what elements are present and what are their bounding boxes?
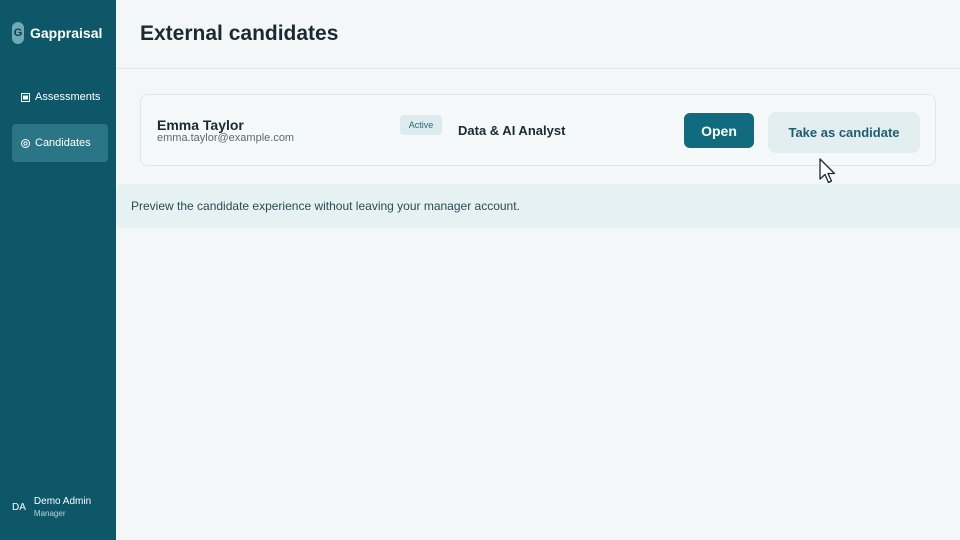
open-button[interactable]: Open	[684, 113, 754, 148]
info-banner: Preview the candidate experience without…	[116, 184, 960, 228]
candidate-card: Emma Taylor emma.taylor@example.com Acti…	[140, 94, 936, 166]
sidebar-item-label: Assessments	[35, 91, 101, 103]
brand-logo: G	[12, 22, 24, 44]
mouse-cursor-icon	[819, 158, 836, 184]
info-text: Preview the candidate experience without…	[131, 199, 520, 213]
sidebar: G Gappraisal Assessments Candidates DA D…	[0, 0, 116, 540]
sidebar-item-candidates[interactable]: Candidates	[12, 124, 108, 162]
user-role: Manager	[33, 509, 66, 518]
candidate-name: Emma Taylor	[157, 117, 244, 133]
candidate-email: emma.taylor@example.com	[157, 132, 295, 144]
take-as-candidate-button[interactable]: Take as candidate	[768, 112, 920, 153]
clipboard-icon	[21, 92, 30, 102]
brand-name: Gappraisal	[30, 25, 103, 41]
avatar: DA	[12, 501, 26, 513]
user-circle-icon	[21, 138, 30, 148]
user-name: Demo Admin	[33, 496, 92, 507]
brand[interactable]: G Gappraisal	[12, 22, 102, 44]
user-profile[interactable]: DA Demo Admin Manager	[12, 495, 91, 519]
header: External candidates	[116, 0, 960, 69]
candidate-role: Data & AI Analyst	[458, 123, 566, 138]
status-badge: Active	[400, 115, 442, 135]
sidebar-item-assessments[interactable]: Assessments	[12, 78, 108, 116]
sidebar-item-label: Candidates	[35, 137, 91, 149]
page-title: External candidates	[140, 22, 339, 45]
